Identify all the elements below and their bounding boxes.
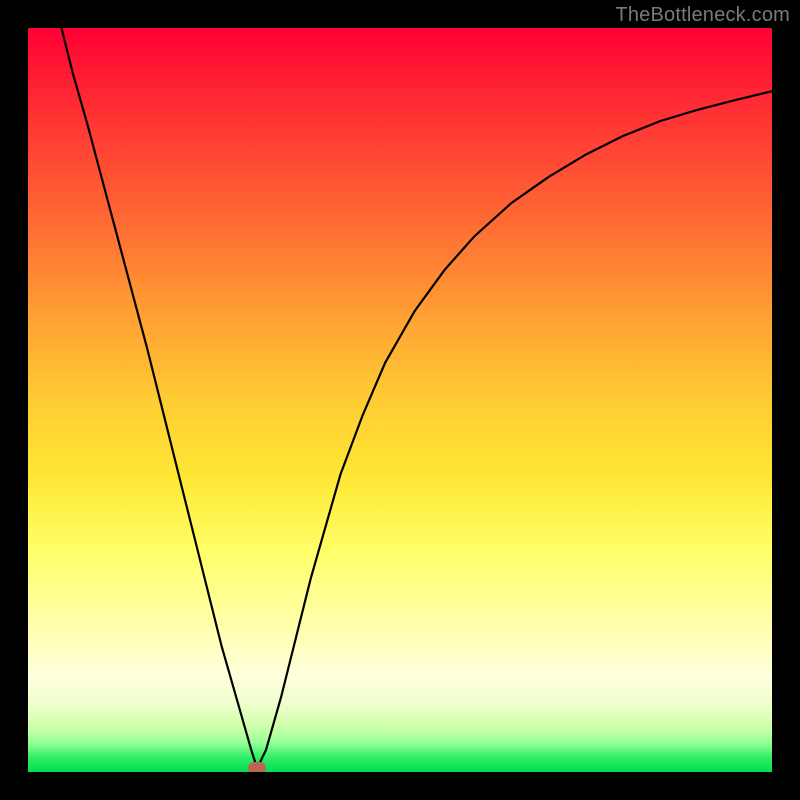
plot-area (28, 28, 772, 772)
bottleneck-curve (61, 28, 772, 768)
chart-frame: TheBottleneck.com (0, 0, 800, 800)
curve-layer (28, 28, 772, 772)
minimum-marker (248, 762, 266, 772)
watermark-text: TheBottleneck.com (615, 4, 790, 27)
